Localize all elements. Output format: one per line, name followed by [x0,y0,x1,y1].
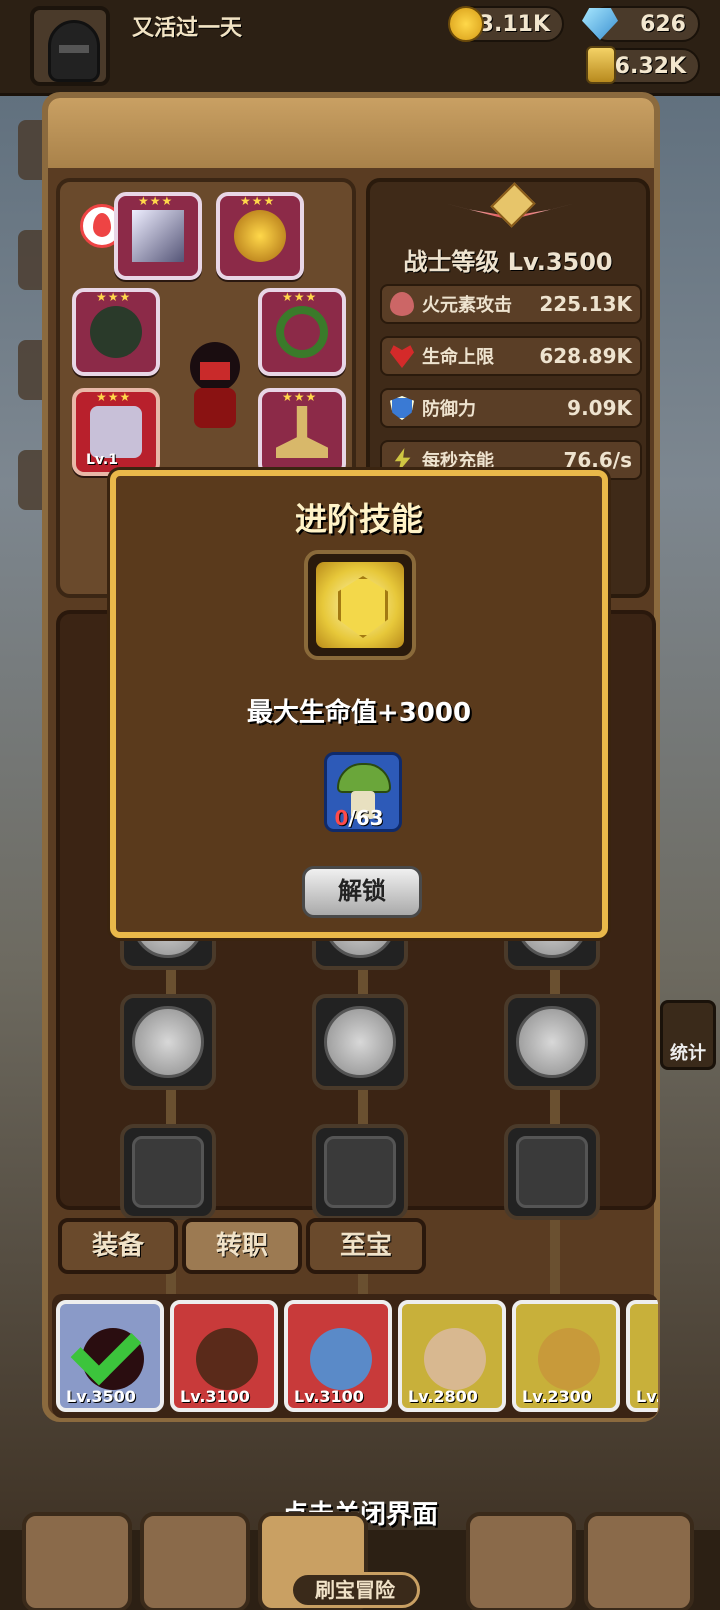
rank-emblem-icon [440,188,580,238]
stat-fire-attack: 火元素攻击 225.13K [380,284,642,324]
bolt-icon [394,448,411,472]
trident-icon [324,1006,396,1078]
star-rating: ★★★ [96,390,132,404]
skill-node[interactable] [312,994,408,1090]
advanced-skill-modal: 进阶技能 最大生命值+3000 0/63 解锁 [110,470,608,938]
stats-button[interactable]: 统计 [660,1000,716,1070]
star-rating: ★★★ [282,390,318,404]
skill-description: 最大生命值+3000 [246,698,472,728]
skill-icon-frame [304,550,416,660]
helmet-icon [90,306,142,358]
equip-slot-armor[interactable]: ★★★ Lv.1 [72,388,160,476]
equip-slot-necklace[interactable]: ★★★ [216,192,304,280]
game-screen: 又活过一天 63.11K 626 16.32K 统计 ★★★ ★★★ ★★★ ★… [0,0,720,1610]
panel-header [48,98,654,168]
star-rating: ★★★ [138,194,174,208]
hero-roster: Lv.3500 Lv.3100 Lv.3100 Lv.2800 Lv.2300 … [52,1294,658,1418]
stats-label: 统计 [670,1043,706,1064]
hero-level: Lv.2800 [408,1387,478,1406]
warrior-level-title: 战士等级 Lv.3500 [403,248,613,276]
gold-counter: 63.11K [448,6,564,42]
hero-level: Lv.3100 [294,1387,364,1406]
unlock-button[interactable]: 解锁 [302,866,422,918]
stat-value: 225.13K [539,292,632,316]
hero-portrait [424,1328,486,1390]
hero-card[interactable]: Lv.3100 [284,1300,392,1412]
shop-button[interactable] [22,1512,132,1610]
stat-defense: 防御力 9.09K [380,388,642,428]
gem-value: 626 [640,11,686,37]
shield-icon [390,396,414,420]
hero-level: Lv.2 [636,1387,658,1406]
adventure-label: 刷宝冒险 [290,1572,420,1608]
skill-node[interactable] [312,1124,408,1220]
fish-sword-icon [132,210,184,262]
hero-card[interactable]: Lv.3500 [56,1300,164,1412]
scroll-counter: 16.32K [586,46,700,84]
hero-level: Lv.3100 [180,1387,250,1406]
skill-node[interactable] [120,994,216,1090]
hero-level: Lv.2300 [522,1387,592,1406]
gold-coin-icon [448,6,484,42]
equip-slot-ring[interactable]: ★★★ [258,288,346,376]
modal-title: 进阶技能 [294,500,423,538]
slot-level: Lv.1 [86,452,118,468]
star-rating: ★★★ [96,290,132,304]
axe-icon [132,1136,204,1208]
player-name: 又活过一天 [132,16,243,41]
tab-treasure[interactable]: 至宝 [306,1218,426,1274]
tab-equipment[interactable]: 装备 [58,1218,178,1274]
mushroom-icon [337,763,391,793]
star-rating: ★★★ [282,290,318,304]
gem-counter: 626 [582,6,700,42]
stat-label: 防御力 [422,399,476,420]
skill-node[interactable] [120,1124,216,1220]
hero-card[interactable]: Lv.3100 [170,1300,278,1412]
mask-icon [324,1136,396,1208]
stat-label: 生命上限 [422,347,494,368]
material-owned: 0 [334,806,349,830]
scroll-icon [586,46,616,84]
branch-icon [276,406,328,458]
helmet-icon [48,20,100,82]
top-bar: 又活过一天 63.11K 626 16.32K [0,0,720,96]
skill-node[interactable] [504,994,600,1090]
monster-icon [516,1136,588,1208]
panel-tabs: 装备 转职 至宝 [56,1214,656,1278]
material-required: /63 [348,806,384,830]
ring-icon [276,306,328,358]
hero-portrait [538,1328,600,1390]
bag-button[interactable] [466,1512,576,1610]
skill-node[interactable] [504,1124,600,1220]
heroes-button[interactable] [140,1512,250,1610]
tab-job-change[interactable]: 转职 [182,1218,302,1274]
golden-shield-skill-icon [316,562,404,648]
stat-value: 76.6/s [563,448,632,472]
equip-slot-boots[interactable]: ★★★ [258,388,346,476]
hero-portrait [196,1328,258,1390]
equip-slot-weapon[interactable]: ★★★ [114,192,202,280]
stat-max-hp: 生命上限 628.89K [380,336,642,376]
trident-icon [516,1006,588,1078]
hero-level: Lv.3500 [66,1387,136,1406]
stat-value: 9.09K [567,396,632,420]
material-count: 0/63 [116,806,602,830]
player-avatar[interactable] [30,6,110,86]
necklace-icon [234,210,286,262]
equip-slot-helmet[interactable]: ★★★ [72,288,160,376]
stat-label: 火元素攻击 [422,295,512,316]
hero-card[interactable]: Lv.2800 [398,1300,506,1412]
gem-icon [582,8,618,40]
armor-icon [90,406,142,458]
hero-card[interactable]: Lv.2 [626,1300,658,1412]
hero-portrait [310,1328,372,1390]
hero-card[interactable]: Lv.2300 [512,1300,620,1412]
stat-value: 628.89K [539,344,632,368]
forge-button[interactable] [584,1512,694,1610]
trident-icon [132,1006,204,1078]
heart-icon [390,345,414,368]
star-rating: ★★★ [240,194,276,208]
warrior-character [180,342,250,442]
flame-icon [390,292,414,316]
